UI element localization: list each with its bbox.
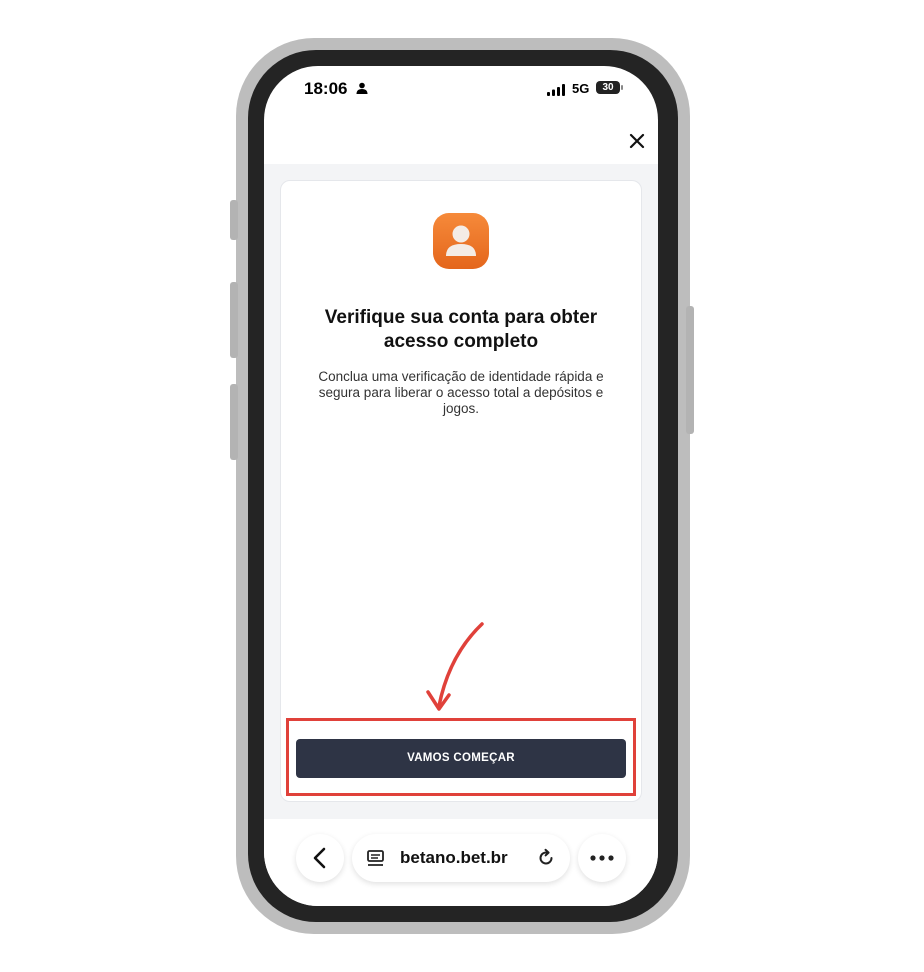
url-text: betano.bet.br	[400, 848, 508, 867]
network-type: 5G	[572, 81, 590, 96]
status-time: 18:06	[304, 79, 348, 98]
volume-down-button	[230, 384, 238, 460]
battery-tip	[621, 85, 623, 90]
phone-screen: 18:06 5G 30 Verifique sua conta para obt…	[264, 66, 658, 906]
page-title: Verifique sua conta para obter acesso co…	[324, 307, 598, 352]
tab-list-icon	[367, 850, 384, 866]
volume-up-button	[230, 282, 238, 358]
status-bar: 18:06 5G 30	[264, 66, 658, 112]
signal-icon	[547, 84, 565, 96]
more-button[interactable]	[578, 834, 626, 882]
page-description: Conclua uma verificação de identidade rá…	[318, 369, 604, 416]
address-bar[interactable]: betano.bet.br	[352, 834, 570, 882]
close-icon[interactable]	[626, 130, 648, 152]
chevron-left-icon	[313, 847, 326, 869]
start-verification-button[interactable]: VAMOS COMEÇAR	[296, 739, 626, 778]
user-icon	[433, 213, 489, 269]
mute-switch	[230, 200, 238, 240]
reload-icon[interactable]	[536, 848, 556, 868]
power-button	[686, 306, 694, 434]
back-button[interactable]	[296, 834, 344, 882]
more-icon	[590, 855, 614, 861]
battery-level: 30	[596, 81, 620, 94]
person-status-icon	[356, 82, 368, 94]
pointer-arrow	[426, 622, 484, 711]
